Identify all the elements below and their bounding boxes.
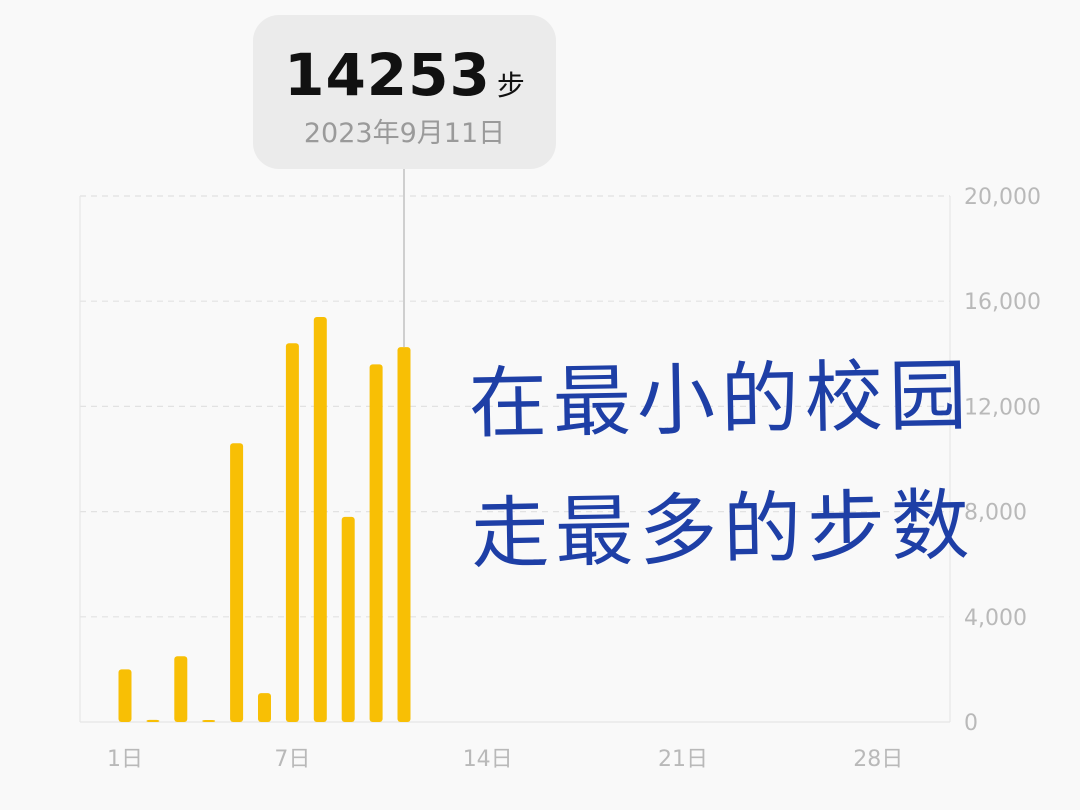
bar-day-9 [341, 516, 355, 722]
tooltip-date: 2023年9月11日 [303, 118, 506, 149]
tooltip-step-count: 14253 [284, 41, 491, 109]
bar-day-8 [313, 316, 327, 722]
bar-day-6 [258, 693, 271, 722]
x-tick-label-2: 14日 [463, 747, 513, 772]
bar-day-2 [146, 719, 160, 722]
y-tick-label-0: 0 [964, 711, 978, 736]
tooltip-value-row: 14253 步 [253, 41, 556, 109]
annotation-line-2: 走最多的步数 [470, 481, 976, 580]
bar-day-5 [230, 443, 244, 722]
annotation-line-1: 在最小的校园 [468, 351, 974, 450]
y-tick-label-5: 20,000 [964, 185, 1041, 210]
x-tick-label-1: 7日 [274, 747, 310, 772]
bar-day-3 [174, 656, 188, 722]
y-tick-label-4: 16,000 [964, 290, 1041, 315]
x-tick-label-3: 21日 [658, 747, 708, 772]
x-tick-label-0: 1日 [107, 747, 143, 772]
x-tick-label-4: 28日 [853, 747, 903, 772]
y-tick-label-1: 4,000 [964, 606, 1027, 631]
selected-day-tooltip: 14253 步 2023年9月11日 [253, 15, 556, 169]
bar-day-1 [118, 669, 132, 722]
bar-day-4 [202, 720, 216, 722]
bar-day-10 [369, 364, 383, 722]
bar-day-7 [285, 343, 299, 722]
bar-day-11 [397, 347, 411, 722]
tooltip-unit: 步 [496, 69, 525, 102]
handwritten-annotation: 在最小的校园 走最多的步数 [468, 330, 1032, 600]
